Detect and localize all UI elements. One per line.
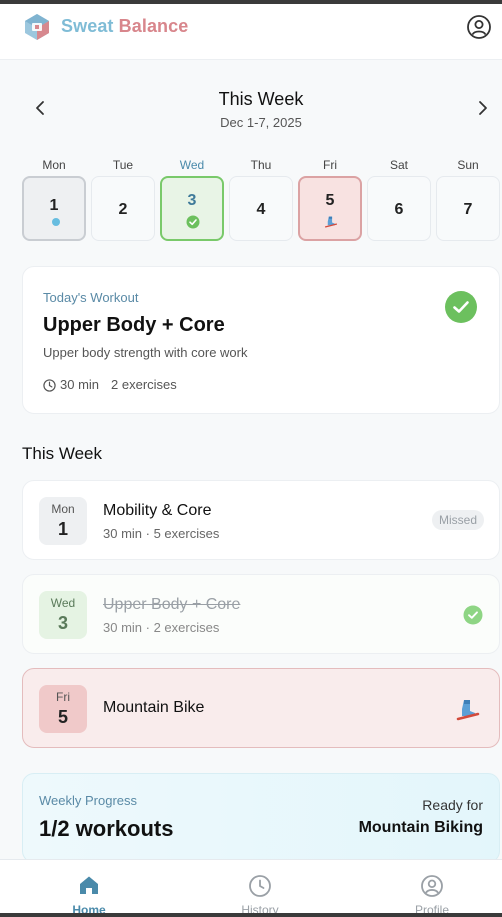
week-date-range: Dec 1-7, 2025 (220, 115, 302, 130)
date-badge: Wed 3 (39, 591, 87, 639)
session-row-mon[interactable]: Mon 1 Mobility & Core 30 min · 5 exercis… (22, 480, 500, 560)
profile-icon (421, 875, 443, 897)
nav-item-history[interactable]: History (200, 860, 320, 917)
clock-icon (43, 379, 56, 392)
ready-for-target: Mountain Biking (358, 819, 483, 836)
day-cell-wed[interactable]: 3 (160, 176, 224, 241)
ready-for-label: Ready for (422, 797, 483, 813)
window-bottom-edge (0, 913, 502, 917)
weekday-label: Mon (42, 158, 66, 172)
week-section-title: This Week (22, 444, 102, 463)
weekday-label: Sun (457, 158, 479, 172)
weekly-progress-value: 1/2 workouts (39, 816, 174, 841)
date-badge-number: 5 (57, 707, 68, 727)
date-badge-number: 1 (57, 519, 68, 539)
todays-workout-title: Upper Body + Core (43, 314, 225, 336)
date-badge-number: 3 (57, 613, 68, 633)
weekday-label: Tue (112, 158, 134, 172)
date-badge-day: Wed (50, 596, 76, 610)
day-cell-mon[interactable]: 1 (22, 176, 86, 241)
history-icon (249, 875, 271, 897)
week-title: This Week (218, 89, 304, 109)
completed-check-icon (445, 291, 477, 323)
day-number: 6 (394, 201, 404, 218)
session-title: Upper Body + Core (103, 596, 241, 613)
week-navigator: This Week Dec 1-7, 2025 (0, 86, 502, 134)
day-number: 4 (256, 201, 266, 218)
date-badge-day: Mon (51, 502, 75, 516)
session-row-wed[interactable]: Wed 3 Upper Body + Core 30 min · 2 exerc… (22, 574, 500, 654)
date-badge: Mon 1 (39, 497, 87, 545)
app-logo-icon (25, 14, 49, 40)
weekday-label: Wed (179, 158, 205, 172)
home-icon (80, 876, 98, 894)
day-cell-fri[interactable]: 5 (298, 176, 362, 241)
day-cell-tue[interactable]: 2 (91, 176, 155, 241)
session-title: Mobility & Core (103, 502, 212, 519)
bottom-nav: Home History Profile (0, 859, 502, 917)
session-title: Mountain Bike (103, 699, 205, 716)
exercise-count-text: 2 exercises (111, 377, 177, 392)
session-subtitle: 30 min · 2 exercises (103, 620, 220, 635)
next-week-chevron-icon[interactable] (473, 98, 493, 118)
app-title-part2: Balance (113, 16, 189, 36)
day-number: 1 (49, 197, 59, 214)
profile-icon[interactable] (466, 14, 492, 40)
weekly-progress-card: Weekly Progress 1/2 workouts Ready for M… (22, 773, 500, 863)
duration-text: 30 min (60, 377, 100, 392)
day-number: 7 (463, 201, 473, 218)
session-subtitle: 30 min · 5 exercises (103, 526, 220, 541)
todays-workout-card[interactable]: Today's Workout Upper Body + Core Upper … (22, 266, 500, 414)
day-number: 3 (187, 192, 197, 209)
weekday-label: Fri (323, 158, 337, 172)
todays-workout-meta: 30 min 2 exercises (43, 377, 177, 392)
session-row-fri[interactable]: Fri 5 Mountain Bike (22, 668, 500, 748)
completed-check-icon (463, 605, 483, 625)
app-header: Sweat Balance (0, 4, 502, 60)
scheduled-dot-icon (52, 218, 60, 226)
missed-status-badge: Missed (432, 510, 485, 530)
completed-check-icon (186, 215, 200, 229)
app-title: Sweat Balance (61, 16, 188, 37)
weekly-progress-label: Weekly Progress (39, 793, 138, 808)
day-cell-thu[interactable]: 4 (229, 176, 293, 241)
date-badge: Fri 5 (39, 685, 87, 733)
todays-workout-description: Upper body strength with core work (43, 345, 248, 360)
app-title-part1: Sweat (61, 16, 114, 36)
weekday-label: Thu (250, 158, 272, 172)
weekday-label: Sat (389, 158, 408, 172)
day-number: 5 (325, 192, 335, 209)
nav-item-profile[interactable]: Profile (372, 860, 492, 917)
nav-item-home[interactable]: Home (29, 860, 149, 917)
day-number: 2 (118, 201, 128, 218)
todays-workout-label: Today's Workout (43, 290, 139, 305)
weekday-labels: Mon Tue Wed Thu Fri Sat Sun (0, 158, 502, 174)
date-badge-day: Fri (56, 690, 70, 704)
day-cell-sun[interactable]: 7 (436, 176, 500, 241)
ski-boot-icon (456, 700, 480, 721)
day-cell-sat[interactable]: 6 (367, 176, 431, 241)
ski-boot-icon (324, 216, 338, 228)
